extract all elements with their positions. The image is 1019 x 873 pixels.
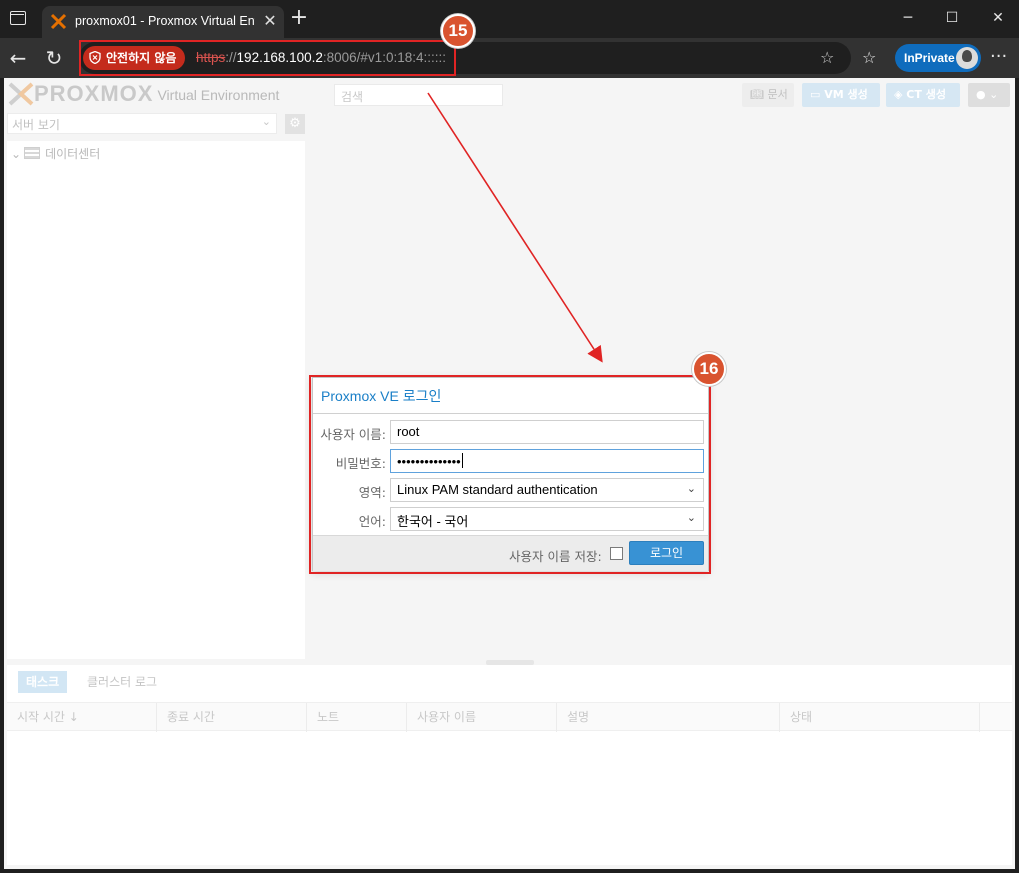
annotation-arrow [427,92,603,363]
screen: proxmox01 - Proxmox Virtual Environment … [0,0,1019,873]
